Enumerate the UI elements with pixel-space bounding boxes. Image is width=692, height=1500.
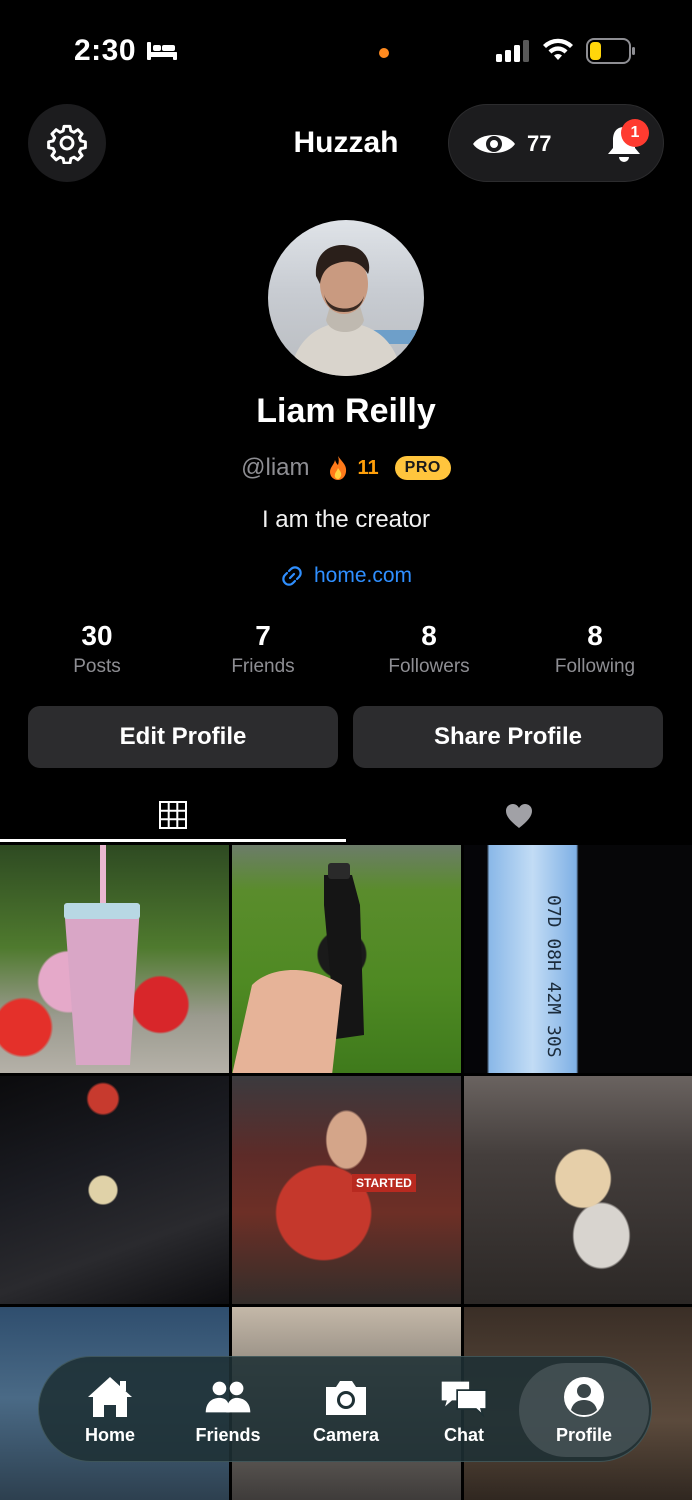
status-time: 2:30 — [74, 34, 137, 67]
app-title: Huzzah — [293, 126, 399, 159]
profile-stats: 30 Posts 7 Friends 8 Followers 8 Followi… — [14, 618, 678, 680]
nav-chat[interactable]: Chat — [405, 1357, 523, 1463]
stat-label: Following — [554, 656, 636, 677]
gear-icon — [47, 124, 87, 164]
stat-label: Posts — [73, 656, 121, 677]
post-thumbnail[interactable] — [232, 845, 461, 1073]
stat-following[interactable]: 8 Following — [512, 618, 678, 680]
header-actions: 77 1 — [448, 104, 664, 182]
streak-count: 11 — [357, 456, 379, 479]
tab-liked[interactable] — [346, 790, 692, 842]
bottle-illustration — [232, 863, 364, 1073]
bio: I am the creator — [261, 506, 431, 533]
battery-icon — [586, 38, 635, 64]
nav-friends[interactable]: Friends — [169, 1357, 287, 1463]
link-text: home.com — [313, 564, 413, 587]
avatar-photo — [290, 245, 424, 376]
stat-label: Followers — [388, 656, 470, 677]
avatar[interactable] — [268, 220, 424, 376]
post-thumbnail[interactable]: 07D 08H 42M 30S — [464, 845, 692, 1073]
stat-value: 8 — [421, 620, 437, 651]
tab-posts-grid[interactable] — [0, 790, 346, 842]
chat-icon — [441, 1381, 488, 1418]
share-profile-button[interactable]: Share Profile — [353, 706, 663, 768]
stat-posts[interactable]: 30 Posts — [14, 618, 180, 680]
post-thumbnail[interactable] — [0, 1076, 229, 1304]
flame-icon — [329, 456, 346, 480]
heart-icon — [506, 804, 532, 828]
views-count: 77 — [527, 131, 552, 156]
stat-value: 8 — [587, 620, 603, 651]
post-thumbnail[interactable]: STARTED — [232, 1076, 461, 1304]
pro-badge: PRO — [394, 456, 451, 480]
notification-badge: 1 — [621, 119, 649, 147]
profile-link[interactable]: home.com — [0, 564, 692, 588]
status-bar: 2:30 — [0, 0, 692, 100]
bed-icon — [147, 42, 177, 60]
stat-value: 7 — [255, 620, 271, 651]
stat-followers[interactable]: 8 Followers — [346, 618, 512, 680]
display-name: Liam Reilly — [256, 392, 436, 430]
nav-label: Friends — [195, 1424, 261, 1445]
handle-row: @liam 11 PRO — [0, 454, 692, 482]
nav-label: Home — [84, 1424, 135, 1445]
username: @liam — [241, 454, 310, 481]
bottom-nav: Home Friends Camera Chat Profile — [38, 1356, 652, 1462]
post-thumbnail[interactable] — [0, 845, 229, 1073]
nav-label: Chat — [444, 1424, 484, 1445]
link-icon — [282, 566, 302, 586]
profile-icon — [564, 1376, 604, 1417]
friends-icon — [205, 1381, 251, 1412]
signal-icon — [496, 40, 529, 62]
edit-profile-button[interactable]: Edit Profile — [28, 706, 338, 768]
wifi-icon — [543, 38, 573, 60]
menu-text: STARTED — [352, 1174, 416, 1192]
nav-camera[interactable]: Camera — [287, 1357, 405, 1463]
stat-friends[interactable]: 7 Friends — [180, 618, 346, 680]
nav-home[interactable]: Home — [51, 1357, 169, 1463]
settings-button[interactable] — [28, 104, 106, 182]
recording-dot — [379, 48, 389, 58]
countdown-text: 07D 08H 42M 30S — [543, 895, 564, 1058]
nav-label: Profile — [555, 1424, 612, 1445]
home-icon — [88, 1376, 132, 1417]
grid-icon — [159, 800, 187, 829]
stat-value: 30 — [81, 620, 113, 651]
eye-icon — [473, 135, 515, 153]
camera-icon — [326, 1380, 366, 1415]
nav-label: Camera — [312, 1424, 380, 1445]
stat-label: Friends — [231, 656, 295, 677]
tumbler-illustration — [64, 845, 140, 1065]
post-thumbnail[interactable] — [464, 1076, 692, 1304]
nav-profile[interactable]: Profile — [519, 1363, 649, 1457]
